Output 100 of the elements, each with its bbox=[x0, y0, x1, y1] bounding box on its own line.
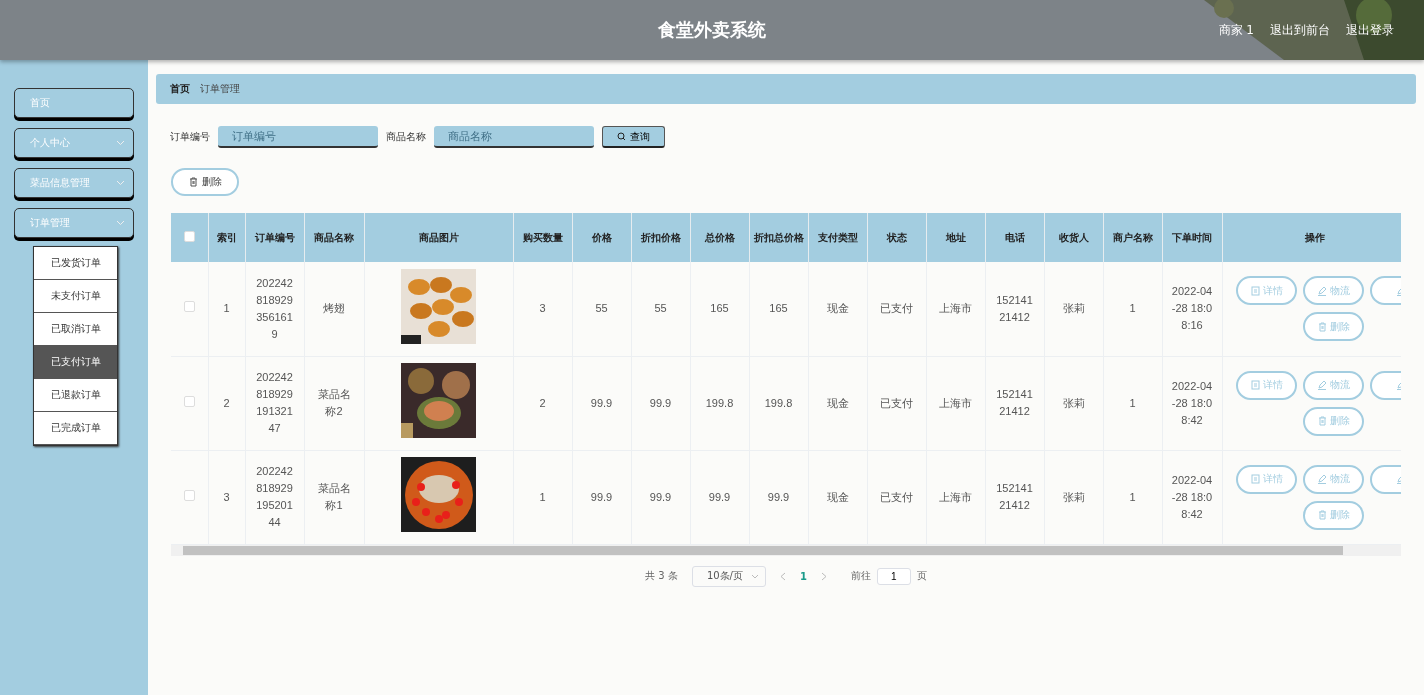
total-count: 共 3 条 bbox=[645, 569, 678, 583]
app-title: 食堂外卖系统 bbox=[658, 18, 766, 42]
table-cell: 烤翅 bbox=[323, 302, 345, 315]
table-cell: 99.9 bbox=[767, 490, 790, 503]
breadcrumb-item[interactable]: 首页 bbox=[170, 82, 190, 96]
table-cell: 上海市 bbox=[939, 396, 972, 409]
table-cell: 张莉 bbox=[1062, 396, 1085, 409]
table-cell: 199.8 bbox=[764, 396, 793, 409]
search-field[interactable]: 商品名称 bbox=[434, 126, 594, 148]
trash-icon bbox=[1317, 321, 1327, 332]
table-cell: 已支付 bbox=[880, 396, 913, 409]
table-cell: 15214121412 bbox=[996, 482, 1033, 511]
column-header: 购买数量 bbox=[513, 213, 572, 262]
table-cell: 2022-04-28 18:08:42 bbox=[1171, 379, 1213, 426]
header-link[interactable]: 商家 1 bbox=[1218, 21, 1254, 39]
table-cell: 15214121412 bbox=[996, 293, 1033, 323]
submenu-item[interactable]: 已完成订单 bbox=[34, 412, 117, 445]
page-size-select[interactable]: 10条/页 bbox=[691, 565, 766, 587]
table-cell: 上海市 bbox=[939, 490, 972, 503]
row-checkbox[interactable] bbox=[183, 301, 195, 313]
column-header: 地址 bbox=[926, 213, 985, 262]
caret-icon bbox=[750, 573, 759, 579]
breadcrumb-item: 订单管理 bbox=[200, 82, 240, 96]
table-cell: 菜品名称1 bbox=[317, 482, 351, 511]
pencil-icon bbox=[1317, 285, 1327, 296]
column-header: 下单时间 bbox=[1162, 213, 1222, 262]
caret-icon bbox=[116, 140, 125, 146]
caret-icon bbox=[116, 220, 125, 226]
document-icon bbox=[1250, 380, 1260, 390]
column-header: 商品名称 bbox=[304, 213, 364, 262]
table-cell: 99.9 bbox=[649, 396, 672, 409]
pencil-icon bbox=[1317, 380, 1327, 390]
table-cell: 1 bbox=[1129, 302, 1136, 315]
table-cell: 3 bbox=[539, 302, 546, 315]
table-cell: 现金 bbox=[826, 396, 849, 409]
column-header: 价格 bbox=[572, 213, 631, 262]
submenu-item[interactable]: 已支付订单 bbox=[34, 346, 117, 379]
column-header: 总价格 bbox=[690, 213, 749, 262]
table-cell: 20224281892919132147 bbox=[256, 371, 293, 434]
table-cell: 99.9 bbox=[590, 490, 613, 503]
column-header: 折扣价格 bbox=[631, 213, 690, 262]
table-cell: 3 bbox=[223, 490, 230, 503]
table-cell: 现金 bbox=[826, 302, 849, 315]
next-page-icon[interactable] bbox=[820, 571, 827, 581]
column-header: 商品图片 bbox=[364, 213, 513, 262]
trash-icon bbox=[1317, 510, 1327, 520]
table-cell: 99.9 bbox=[649, 490, 672, 503]
table-cell: 上海市 bbox=[939, 302, 972, 315]
table-cell: 99.9 bbox=[708, 490, 731, 503]
table-cell: 1 bbox=[223, 302, 230, 315]
delete-button[interactable]: 删除 bbox=[171, 168, 239, 196]
table-cell: 2022428189293561619 bbox=[256, 276, 293, 340]
search-button[interactable]: 查询 bbox=[602, 126, 665, 148]
table-cell: 20224281892919520144 bbox=[256, 465, 293, 528]
page-number[interactable]: 1 bbox=[799, 570, 807, 582]
previous-page-icon[interactable] bbox=[779, 571, 786, 581]
field-label: 商品名称 bbox=[386, 130, 426, 144]
column-header: 状态 bbox=[867, 213, 926, 262]
pencil-icon bbox=[1317, 474, 1327, 484]
table-cell: 张莉 bbox=[1062, 302, 1085, 315]
field-label: 订单编号 bbox=[170, 130, 210, 144]
table-cell: 2022-04-28 18:08:42 bbox=[1171, 473, 1213, 520]
table-cell: 2 bbox=[539, 396, 546, 409]
trash-icon bbox=[1317, 416, 1327, 426]
header-link[interactable]: 退出到前台 bbox=[1270, 21, 1330, 39]
column-header: 商户名称 bbox=[1103, 213, 1162, 262]
submenu-item[interactable]: 已取消订单 bbox=[34, 313, 117, 346]
column-header: 订单编号 bbox=[245, 213, 304, 262]
table-cell: 165 bbox=[710, 302, 729, 315]
submenu-item[interactable]: 已发货订单 bbox=[34, 247, 117, 280]
submenu-item[interactable]: 未支付订单 bbox=[34, 280, 117, 313]
caret-icon bbox=[116, 180, 125, 186]
table-cell: 已支付 bbox=[880, 302, 913, 315]
table-cell: 199.8 bbox=[705, 396, 734, 409]
table-cell: 1 bbox=[1129, 490, 1136, 503]
column-header: 操作 bbox=[1222, 213, 1401, 262]
select-all-checkbox[interactable] bbox=[183, 231, 195, 242]
search-field[interactable]: 订单编号 bbox=[218, 126, 378, 148]
page-suffix: 页 bbox=[916, 569, 927, 583]
column-header: 折扣总价格 bbox=[749, 213, 808, 262]
document-icon bbox=[1250, 474, 1260, 484]
table-cell: 99.9 bbox=[590, 396, 613, 409]
table-cell: 已支付 bbox=[880, 490, 913, 503]
column-header: 支付类型 bbox=[808, 213, 867, 262]
page-input[interactable]: 1 bbox=[876, 567, 911, 585]
table-cell: 15214121412 bbox=[996, 388, 1033, 417]
row-checkbox[interactable] bbox=[183, 395, 195, 407]
horizontal-scrollbar[interactable] bbox=[171, 544, 1401, 556]
document-icon bbox=[1250, 285, 1260, 296]
table-cell: 2 bbox=[223, 396, 230, 409]
row-checkbox[interactable] bbox=[183, 489, 195, 501]
table-cell: 张莉 bbox=[1062, 490, 1085, 503]
table-cell: 55 bbox=[595, 302, 608, 315]
table-cell: 55 bbox=[654, 302, 667, 315]
table-cell: 1 bbox=[539, 490, 546, 503]
table-cell: 菜品名称2 bbox=[317, 388, 351, 417]
submenu-item[interactable]: 已退款订单 bbox=[34, 379, 117, 412]
table-cell: 2022-04-28 18:08:16 bbox=[1171, 285, 1213, 332]
header-link[interactable]: 退出登录 bbox=[1346, 21, 1394, 39]
table-cell: 165 bbox=[769, 302, 788, 315]
